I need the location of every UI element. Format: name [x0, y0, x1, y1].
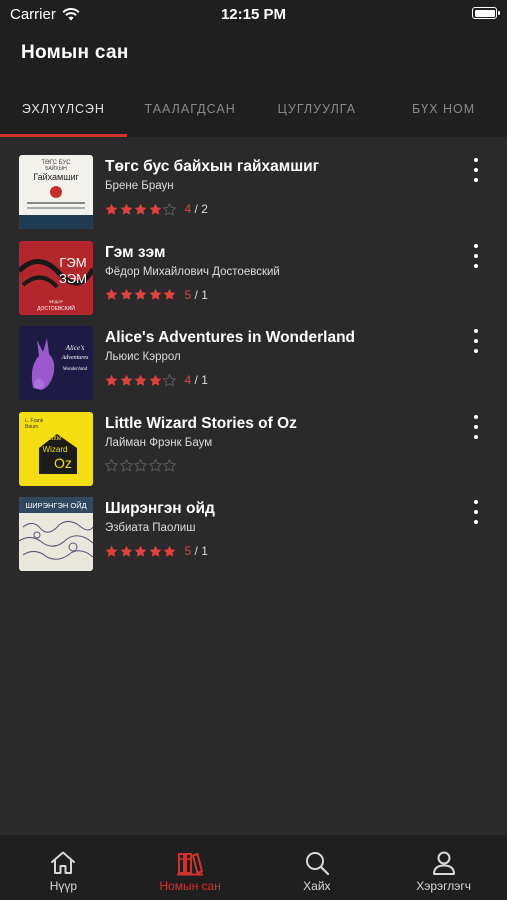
book-title: Alice's Adventures in Wonderland [105, 329, 356, 346]
book-cover: Alice's Adventures Wonderland [19, 326, 93, 400]
book-title: Little Wizard Stories of Oz [105, 414, 297, 432]
more-options-icon[interactable] [471, 158, 481, 182]
cover-text: ШИРЭНГЭН ОЙД [25, 501, 86, 510]
battery-icon [472, 7, 500, 19]
star-filled-icon [149, 545, 161, 557]
star-filled-icon [105, 288, 118, 300]
book-title: Төгс бус байхын гайхамшиг [105, 158, 320, 175]
book-cover: ШИРЭНГЭН ОЙД [19, 497, 93, 571]
tab-liked[interactable]: ТААЛАГДСАН [127, 90, 254, 137]
cover-text: Alice's [65, 344, 85, 352]
list-item[interactable]: Alice's Adventures Wonderland Alice's Ad… [0, 321, 507, 407]
star-filled-icon [134, 545, 147, 557]
book-author: Брене Браун [105, 180, 174, 192]
tab-collection[interactable]: ЦУГЛУУЛГА [254, 90, 381, 137]
library-icon [177, 853, 204, 876]
status-bar: Carrier 12:15 PM [0, 0, 507, 30]
rating [105, 458, 185, 472]
book-title: Ширэнгэн ойд [105, 500, 215, 517]
cover-text: ДОСТОЕВСКИЙ [37, 304, 75, 312]
book-cover: L. Frank Baum Little Wizard Oz [19, 411, 93, 486]
list-item[interactable]: L. Frank Baum Little Wizard Oz Little Wi… [0, 407, 507, 493]
book-list: ТӨГС БУС БАЙХЫН Гайхамшиг Төгс бус байхы… [0, 150, 507, 578]
rating: 5 / 1 [105, 288, 208, 302]
star-filled-icon [149, 374, 161, 386]
rating-text: 4 / 1 [184, 373, 208, 387]
star-empty-icon [105, 458, 118, 472]
book-author: Фёдор Михайлович Достоевский [105, 265, 280, 278]
star-filled-icon [163, 288, 176, 300]
rating-text: 4 / 2 [184, 202, 208, 216]
more-options-icon[interactable] [471, 500, 481, 524]
list-item[interactable]: ГЭМ ЗЭМ ФЁДОР ДОСТОЕВСКИЙ Гэм зэм Фёдор … [0, 236, 507, 322]
tab-started[interactable]: ЭХЛҮҮЛСЭН [0, 90, 127, 137]
nav-user[interactable]: Хэрэглэгч [380, 835, 507, 900]
rating: 5 / 1 [105, 544, 208, 558]
user-icon [432, 851, 455, 875]
cover-text: Baum [25, 424, 38, 430]
cover-text: Little [49, 436, 62, 442]
cover-text: БАЙХЫН [45, 164, 67, 172]
book-cover: ТӨГС БУС БАЙХЫН Гайхамшиг [19, 155, 93, 229]
star-filled-icon [149, 288, 161, 300]
nav-label: Хайх [303, 879, 331, 893]
star-filled-icon [134, 288, 147, 300]
star-filled-icon [105, 545, 118, 557]
star-filled-icon [134, 374, 147, 386]
tab-all-books[interactable]: БҮХ НОМ [380, 90, 507, 137]
nav-label: Номын сан [159, 879, 221, 893]
more-options-icon[interactable] [471, 414, 481, 439]
star-empty-icon [163, 458, 176, 472]
nav-search[interactable]: Хайх [254, 835, 381, 900]
list-item[interactable]: ШИРЭНГЭН ОЙД Ширэнгэн ойд Эзбиата Паолиш… [0, 492, 507, 578]
header: Номын сан ЭХЛҮҮЛСЭН ТААЛАГДСАН ЦУГЛУУЛГА… [0, 30, 507, 137]
rating-text: 5 / 1 [184, 544, 208, 558]
star-filled-icon [149, 203, 161, 215]
rating: 4 / 2 [105, 202, 208, 216]
star-empty-icon [148, 458, 162, 472]
cover-text: Гайхамшиг [33, 172, 79, 182]
nav-library[interactable]: Номын сан [127, 835, 254, 900]
cover-text: Oz [54, 455, 72, 471]
search-icon [305, 852, 329, 876]
cover-text: ГЭМ [59, 255, 86, 270]
book-author: Эзбиата Паолиш [105, 522, 196, 534]
star-empty-icon [163, 373, 176, 387]
cover-text: Wizard [43, 445, 68, 454]
nav-label: Хэрэглэгч [416, 879, 472, 893]
status-time: 12:15 PM [220, 6, 287, 23]
tab-bar: ЭХЛҮҮЛСЭН ТААЛАГДСАН ЦУГЛУУЛГА БҮХ НОМ [0, 90, 507, 137]
star-filled-icon [134, 203, 147, 215]
more-options-icon[interactable] [471, 243, 481, 268]
book-author: Лайман Фрэнк Баум [105, 436, 213, 449]
nav-home[interactable]: Нүүр [0, 835, 127, 900]
star-empty-icon [134, 458, 147, 472]
rating: 4 / 1 [105, 373, 208, 387]
cover-text: Wonderland [63, 367, 88, 372]
cover-text: Adventures [61, 355, 89, 361]
rating-text: 5 / 1 [184, 287, 208, 302]
bottom-nav: Нүүр Номын сан Хайх Хэрэглэгч [0, 835, 507, 900]
book-title: Гэм зэм [105, 243, 166, 261]
cover-text: ЗЭМ [59, 271, 87, 286]
star-filled-icon [105, 203, 118, 215]
home-icon [51, 851, 76, 874]
more-options-icon[interactable] [471, 329, 481, 353]
star-filled-icon [120, 545, 132, 557]
page-title: Номын сан [21, 42, 129, 63]
star-filled-icon [120, 374, 132, 386]
list-item[interactable]: ТӨГС БУС БАЙХЫН Гайхамшиг Төгс бус байхы… [0, 150, 507, 236]
star-filled-icon [163, 545, 176, 557]
star-empty-icon [119, 458, 133, 472]
star-filled-icon [120, 203, 132, 215]
book-cover: ГЭМ ЗЭМ ФЁДОР ДОСТОЕВСКИЙ [19, 240, 93, 315]
star-filled-icon [105, 374, 118, 386]
book-author: Льюис Кэррол [105, 351, 181, 363]
star-empty-icon [163, 202, 176, 216]
cover-text: ФЁДОР [49, 299, 64, 304]
nav-label: Нүүр [49, 879, 78, 893]
star-filled-icon [120, 288, 132, 300]
